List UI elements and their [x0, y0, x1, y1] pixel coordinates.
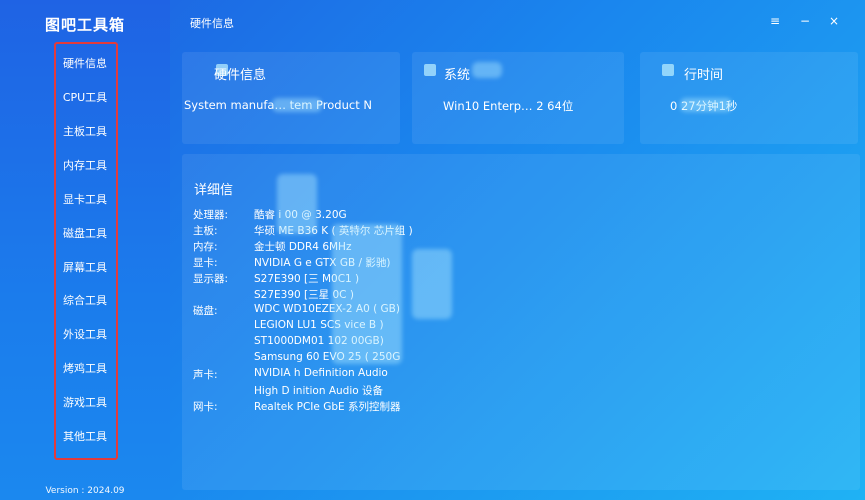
windows-icon: [424, 64, 436, 76]
sidebar-item-peripheral-tools[interactable]: 外设工具: [0, 325, 170, 345]
sidebar-item-hardware-info[interactable]: 硬件信息: [0, 54, 170, 74]
sidebar-item-cpu-tools[interactable]: CPU工具: [0, 88, 170, 108]
window-title: 硬件信息: [190, 17, 234, 30]
redaction-blur: [472, 62, 502, 78]
sidebar: 图吧工具箱 硬件信息 CPU工具 主板工具 内存工具 显卡工具 磁盘工具 屏幕工…: [0, 0, 170, 500]
detail-value: High D inition Audio 设备: [254, 385, 384, 397]
detail-label: 磁盘:: [193, 305, 218, 317]
minimize-icon[interactable]: −: [798, 14, 812, 28]
sidebar-item-screen-tools[interactable]: 屏幕工具: [0, 258, 170, 278]
sidebar-item-disk-tools[interactable]: 磁盘工具: [0, 224, 170, 244]
sidebar-item-other-tools[interactable]: 其他工具: [0, 427, 170, 447]
uptime-card: 行时间 0 27分钟1秒: [640, 52, 858, 144]
detail-label: 显示器:: [193, 273, 229, 285]
menu-icon[interactable]: ≡: [768, 14, 782, 28]
detail-panel: 详细信 处理器: 酷睿 i 00 @ 3.20G 主板: 华硕 ME B36 K…: [182, 154, 860, 490]
sidebar-item-stress-test-tools[interactable]: 烤鸡工具: [0, 359, 170, 379]
card-title: 系统: [444, 68, 471, 83]
redaction-blur: [277, 174, 317, 234]
redaction-blur: [332, 224, 402, 364]
system-card: 系统 Win10 Enterp… 2 64位: [412, 52, 624, 144]
redaction-blur: [680, 98, 732, 112]
card-value: Win10 Enterp… 2 64位: [443, 99, 574, 113]
card-title: 行时间: [684, 68, 724, 83]
detail-label: 处理器:: [193, 209, 229, 221]
sidebar-item-general-tools[interactable]: 综合工具: [0, 291, 170, 311]
detail-value: NVIDIA h Definition Audio: [254, 367, 388, 379]
sidebar-item-gpu-tools[interactable]: 显卡工具: [0, 190, 170, 210]
detail-label: 声卡:: [193, 369, 218, 381]
card-title: 硬件信息: [214, 68, 267, 83]
sidebar-item-motherboard-tools[interactable]: 主板工具: [0, 122, 170, 142]
close-icon[interactable]: ×: [827, 14, 841, 28]
detail-value: Realtek PCIe GbE 系列控制器: [254, 401, 401, 413]
clock-icon: [662, 64, 674, 76]
detail-label: 网卡:: [193, 401, 218, 413]
app-title: 图吧工具箱: [44, 16, 125, 34]
sidebar-item-game-tools[interactable]: 游戏工具: [0, 393, 170, 413]
sidebar-item-memory-tools[interactable]: 内存工具: [0, 156, 170, 176]
detail-label: 主板:: [193, 225, 218, 237]
redaction-blur: [272, 98, 322, 112]
detail-label: 内存:: [193, 241, 218, 253]
redaction-blur: [412, 249, 452, 319]
hardware-info-card: 硬件信息 System manufa… tem Product N: [182, 52, 400, 144]
version-label: Version : 2024.09: [45, 486, 125, 496]
title-bar: 硬件信息 ≡ − ×: [170, 0, 865, 42]
detail-label: 显卡:: [193, 257, 218, 269]
detail-title: 详细信: [194, 183, 234, 198]
